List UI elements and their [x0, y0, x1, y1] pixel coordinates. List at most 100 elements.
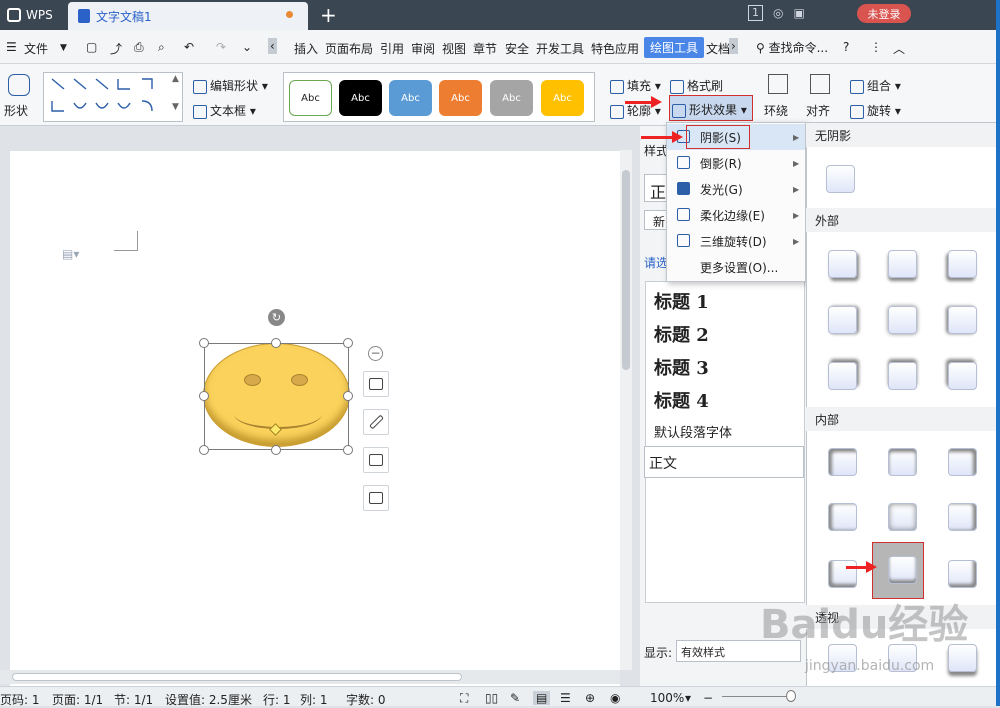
- shadow-inner-7[interactable]: [828, 560, 857, 588]
- shape-icon[interactable]: [8, 74, 30, 96]
- shadow-inner-3[interactable]: [948, 448, 977, 476]
- resize-handle-t[interactable]: [271, 338, 281, 348]
- zoom-level[interactable]: 100%: [650, 691, 684, 705]
- scroll-left-icon[interactable]: ‹: [268, 38, 277, 54]
- menu-item-reflection[interactable]: 倒影(R) ▶: [667, 150, 805, 176]
- align-button[interactable]: 对齐: [806, 102, 830, 119]
- search-command[interactable]: ⚲ 查找命令...: [756, 39, 828, 56]
- shadow-inner-2[interactable]: [888, 448, 917, 476]
- shadow-inner-5[interactable]: [888, 503, 917, 531]
- quick-access-more-icon[interactable]: ⌄: [242, 40, 252, 54]
- zoom-dropdown-icon[interactable]: ▾: [685, 691, 691, 705]
- rotate-handle-icon[interactable]: ↻: [268, 309, 285, 326]
- menu-developer[interactable]: 开发工具: [536, 40, 584, 57]
- help-icon[interactable]: ?: [843, 40, 849, 54]
- menu-drawing-tools[interactable]: 绘图工具: [644, 37, 705, 58]
- more-icon[interactable]: ⋮: [870, 40, 882, 54]
- shadow-outer-9[interactable]: [948, 362, 977, 390]
- menu-item-3d-rotation[interactable]: 三维旋转(D) ▶: [667, 228, 805, 254]
- vertical-scrollbar[interactable]: [620, 150, 632, 670]
- shape-frame-button[interactable]: [363, 485, 389, 511]
- resize-handle-bl[interactable]: [199, 445, 209, 455]
- rotate-button[interactable]: 旋转 ▾: [850, 102, 901, 119]
- menu-special[interactable]: 特色应用: [591, 40, 639, 57]
- horizontal-scroll-thumb[interactable]: [12, 673, 462, 681]
- resize-handle-tl[interactable]: [199, 338, 209, 348]
- style-heading-4[interactable]: 标题 4: [654, 387, 709, 413]
- menu-view[interactable]: 视图: [442, 40, 466, 57]
- menu-item-more-settings[interactable]: 更多设置(O)...: [667, 254, 805, 280]
- style-body-text[interactable]: 正文: [644, 446, 804, 478]
- preview-icon[interactable]: ⌕: [158, 40, 165, 55]
- eye-protect-icon[interactable]: ◉: [610, 691, 620, 705]
- shape-button[interactable]: 形状: [4, 102, 28, 119]
- outline-view-icon[interactable]: ☰: [560, 691, 571, 705]
- group-button[interactable]: 组合 ▾: [850, 77, 901, 94]
- shadow-none-option[interactable]: [826, 165, 855, 193]
- window-count-badge[interactable]: 1: [748, 5, 763, 21]
- zoom-slider-thumb[interactable]: [786, 690, 796, 702]
- read-mode-icon[interactable]: ▯▯: [485, 691, 498, 705]
- shadow-outer-4[interactable]: [828, 306, 857, 334]
- style-heading-2[interactable]: 标题 2: [654, 321, 709, 347]
- collapse-ribbon-icon[interactable]: ︿: [893, 40, 905, 57]
- menu-item-soft-edge[interactable]: 柔化边缘(E) ▶: [667, 202, 805, 228]
- resize-handle-tr[interactable]: [343, 338, 353, 348]
- menu-insert[interactable]: 插入: [294, 40, 318, 57]
- menu-file[interactable]: 文件: [24, 40, 48, 57]
- edit-mode-icon[interactable]: ✎: [510, 691, 520, 705]
- edit-shape-button[interactable]: 编辑形状 ▾: [193, 77, 268, 94]
- web-view-icon[interactable]: ⊕: [585, 691, 595, 705]
- menu-references[interactable]: 引用: [380, 40, 404, 57]
- page-view-icon[interactable]: ▤: [533, 691, 551, 705]
- shadow-outer-8[interactable]: [888, 362, 917, 390]
- collapse-toolbar-icon[interactable]: −: [368, 346, 383, 361]
- style-heading-3[interactable]: 标题 3: [654, 354, 709, 380]
- shadow-inner-1[interactable]: [828, 448, 857, 476]
- format-painter-button[interactable]: 格式刷: [670, 77, 723, 94]
- shadow-inner-9[interactable]: [948, 560, 977, 588]
- resize-handle-b[interactable]: [271, 445, 281, 455]
- redo-icon[interactable]: ↷: [216, 40, 226, 54]
- hamburger-icon[interactable]: ☰: [6, 40, 17, 54]
- save-icon[interactable]: ▢: [86, 40, 97, 54]
- fullscreen-icon[interactable]: ⛶: [460, 691, 468, 706]
- shadow-inner-6[interactable]: [948, 503, 977, 531]
- document-tab[interactable]: 文字文稿1: [68, 2, 308, 30]
- login-button[interactable]: 未登录: [857, 4, 911, 23]
- shape-gallery[interactable]: [43, 72, 183, 122]
- shadow-inner-4[interactable]: [828, 503, 857, 531]
- wps-home-tab[interactable]: WPS: [0, 0, 64, 30]
- shadow-outer-6[interactable]: [948, 306, 977, 334]
- chevron-down-icon[interactable]: ▼: [60, 43, 67, 53]
- textbox-button[interactable]: 文本框 ▾: [193, 102, 256, 119]
- horizontal-scrollbar[interactable]: [0, 670, 620, 684]
- zoom-slider-track[interactable]: [722, 696, 792, 697]
- menu-page-layout[interactable]: 页面布局: [325, 40, 373, 57]
- style-swatch-1[interactable]: Abc: [289, 80, 332, 116]
- resize-handle-l[interactable]: [199, 391, 209, 401]
- menu-item-glow[interactable]: 发光(G) ▶: [667, 176, 805, 202]
- resize-handle-r[interactable]: [343, 391, 353, 401]
- menu-document[interactable]: 文档: [706, 40, 730, 57]
- style-swatch-3[interactable]: Abc: [389, 80, 432, 116]
- undo-icon[interactable]: ↶: [184, 40, 194, 54]
- shadow-outer-1[interactable]: [828, 250, 857, 278]
- menu-chapter[interactable]: 章节: [473, 40, 497, 57]
- gallery-scroll-up-icon[interactable]: ▲: [172, 74, 179, 84]
- layout-options-button[interactable]: [363, 371, 389, 397]
- menu-security[interactable]: 安全: [505, 40, 529, 57]
- print-icon[interactable]: ⎙: [134, 40, 144, 55]
- gallery-more-icon[interactable]: ▼: [172, 102, 179, 112]
- menu-review[interactable]: 审阅: [411, 40, 435, 57]
- shadow-outer-3[interactable]: [948, 250, 977, 278]
- wrap-button[interactable]: 环绕: [764, 102, 788, 119]
- align-icon[interactable]: [810, 74, 830, 94]
- style-heading-1[interactable]: 标题 1: [654, 288, 709, 314]
- scroll-right-icon[interactable]: ›: [729, 38, 738, 54]
- shadow-inner-8[interactable]: [888, 556, 917, 584]
- paragraph-options-icon[interactable]: ▤▾: [62, 247, 79, 261]
- new-tab-button[interactable]: +: [320, 3, 337, 27]
- skin-icon[interactable]: ◎: [773, 6, 783, 20]
- window-mode-icon[interactable]: ▣: [793, 6, 804, 20]
